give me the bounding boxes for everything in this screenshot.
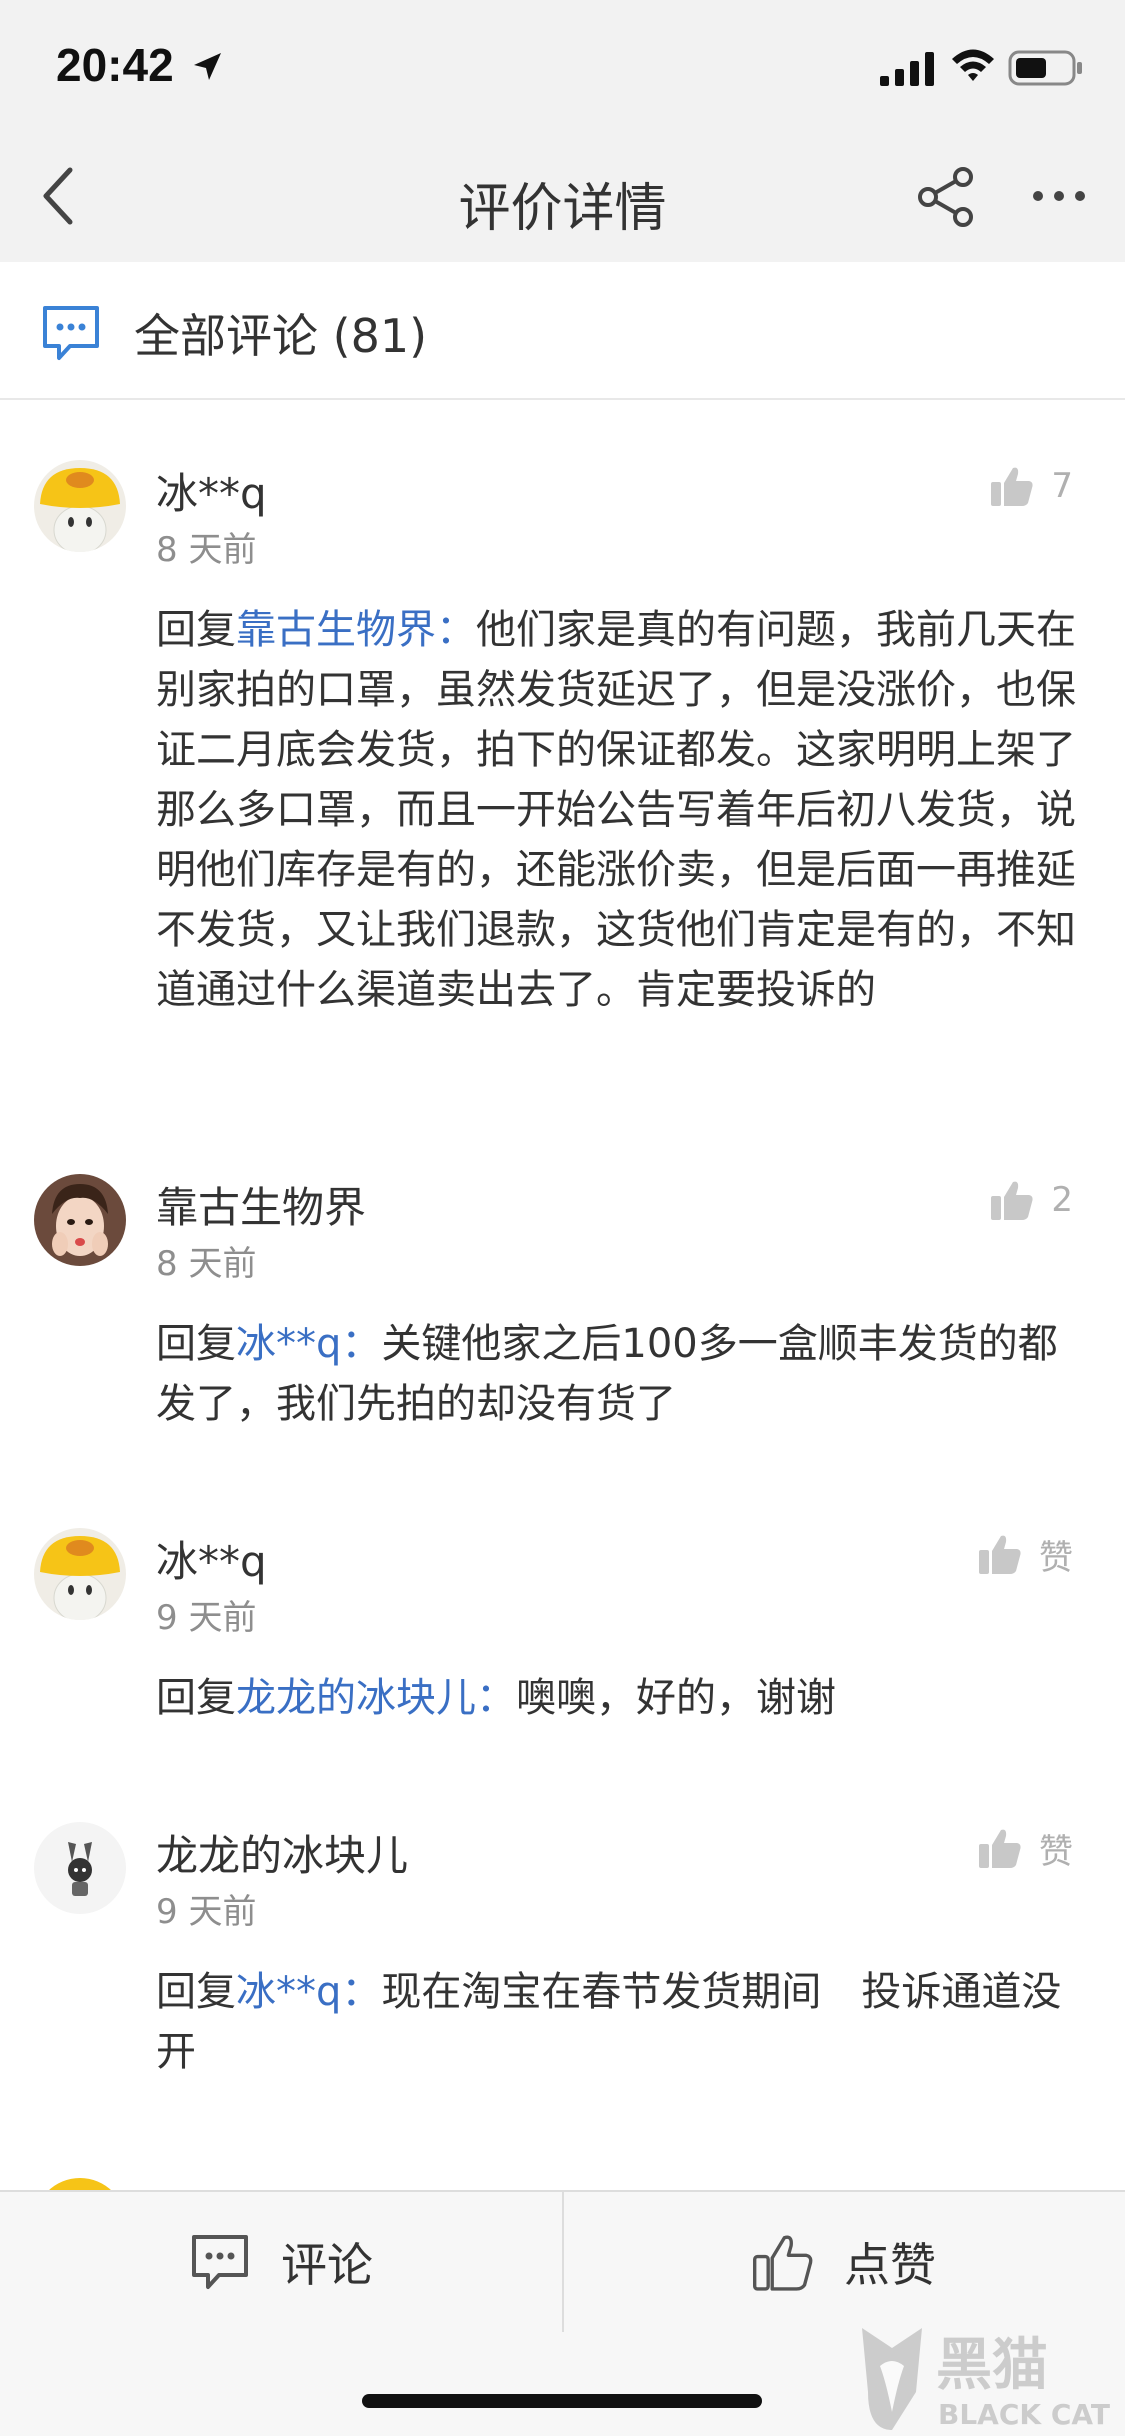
mushroom-avatar-image [34, 460, 126, 552]
reply-target-link[interactable]: 冰**q： [236, 1321, 381, 1367]
avatar[interactable] [34, 1174, 126, 1266]
reply-target-link[interactable]: 冰**q： [236, 1969, 381, 2015]
comment-text: 回复靠古生物界：他们家是真的有问题，我前几天在别家拍的口罩，虽然发货延迟了，但是… [156, 600, 1086, 1020]
location-arrow-icon [194, 53, 221, 80]
avatar[interactable] [34, 460, 126, 552]
comment-time: 9 天前 [156, 1598, 257, 1638]
thumbs-up-icon [991, 467, 1033, 506]
thumbs-up-icon [753, 2235, 813, 2291]
comment-icon [192, 2235, 248, 2289]
mushroom-avatar-image [34, 1528, 126, 1620]
comment-author[interactable]: 龙龙的冰块儿 [156, 1822, 408, 1883]
avatar[interactable] [34, 1528, 126, 1620]
comment-text: 回复冰**q：关键他家之后100多一盒顺丰发货的都发了，我们先拍的却没有货了 [156, 1314, 1086, 1434]
reply-prefix: 回复 [156, 607, 236, 653]
like-count: 2 [1051, 1180, 1073, 1220]
comment-body: 他们家是真的有问题，我前几天在别家拍的口罩，虽然发货延迟了，但是没涨价，也保证二… [156, 607, 1076, 1013]
reply-prefix: 回复 [156, 1321, 236, 1367]
reply-prefix: 回复 [156, 1675, 236, 1721]
comment-text: 回复冰**q：现在淘宝在春节发货期间 投诉通道没开 [156, 1962, 1086, 2082]
comment-button-label: 评论 [281, 2238, 373, 2292]
comment-time: 8 天前 [156, 530, 257, 570]
header-area: 20:42 评价详情 [0, 0, 1125, 262]
woman-portrait-avatar-image [34, 1174, 126, 1266]
comment-item: 冰**q 9 天前 赞 回复龙龙的冰块儿：噢噢，好的，谢谢 [0, 1528, 1125, 1758]
reply-prefix: 回复 [156, 1969, 236, 2015]
comment-bubble-icon [43, 306, 99, 360]
section-title: 全部评论 (81) [134, 309, 428, 363]
battery-icon [1008, 50, 1082, 86]
avatar[interactable] [34, 1822, 126, 1914]
black-cat-watermark-logo: 黑猫 BLACK CAT [862, 2328, 1110, 2431]
thumbs-up-icon [979, 1829, 1021, 1868]
like-button[interactable]: 赞 [977, 1532, 1073, 1578]
all-comments-header: 全部评论 (81) [0, 262, 1125, 400]
like-count: 7 [1051, 466, 1073, 506]
like-count: 赞 [1039, 1537, 1073, 1578]
like-count: 赞 [1039, 1831, 1073, 1872]
more-icon[interactable] [1030, 186, 1088, 206]
like-post-button[interactable]: 点赞 [563, 2192, 1125, 2332]
signal-icon [880, 52, 934, 86]
comment-item: 靠古生物界 8 天前 2 回复冰**q：关键他家之后100多一盒顺丰发货的都发了… [0, 1174, 1125, 1474]
share-icon[interactable] [915, 166, 977, 228]
like-button[interactable]: 2 [989, 1178, 1073, 1222]
comment-button[interactable]: 评论 [0, 2192, 562, 2332]
thumbs-up-icon [979, 1535, 1021, 1574]
wifi-icon [952, 49, 994, 81]
status-time: 20:42 [56, 39, 174, 91]
like-button-label: 点赞 [844, 2238, 936, 2292]
comment-text: 回复龙龙的冰块儿：噢噢，好的，谢谢 [156, 1668, 1086, 1728]
comment-body: 噢噢，好的，谢谢 [516, 1675, 836, 1721]
home-indicator[interactable] [362, 2394, 762, 2408]
reply-target-link[interactable]: 龙龙的冰块儿： [236, 1675, 516, 1721]
comment-author[interactable]: 靠古生物界 [156, 1174, 366, 1235]
like-button[interactable]: 赞 [977, 1826, 1073, 1872]
comment-item: 龙龙的冰块儿 9 天前 赞 回复冰**q：现在淘宝在春节发货期间 投诉通道没开 [0, 1822, 1125, 2122]
comment-time: 8 天前 [156, 1244, 257, 1284]
comment-author[interactable]: 冰**q [156, 1528, 267, 1589]
svg-text:黑猫: 黑猫 [936, 2333, 1048, 2398]
comment-time: 9 天前 [156, 1892, 257, 1932]
svg-text:BLACK CAT: BLACK CAT [938, 2398, 1110, 2431]
cartoon-avatar-image [34, 1822, 126, 1914]
reply-target-link[interactable]: 靠古生物界： [236, 607, 476, 653]
comment-author[interactable]: 冰**q [156, 460, 267, 521]
thumbs-up-icon [991, 1181, 1033, 1220]
comment-item: 冰**q 8 天前 7 回复靠古生物界：他们家是真的有问题，我前几天在别家拍的口… [0, 460, 1125, 1080]
like-button[interactable]: 7 [989, 464, 1073, 508]
